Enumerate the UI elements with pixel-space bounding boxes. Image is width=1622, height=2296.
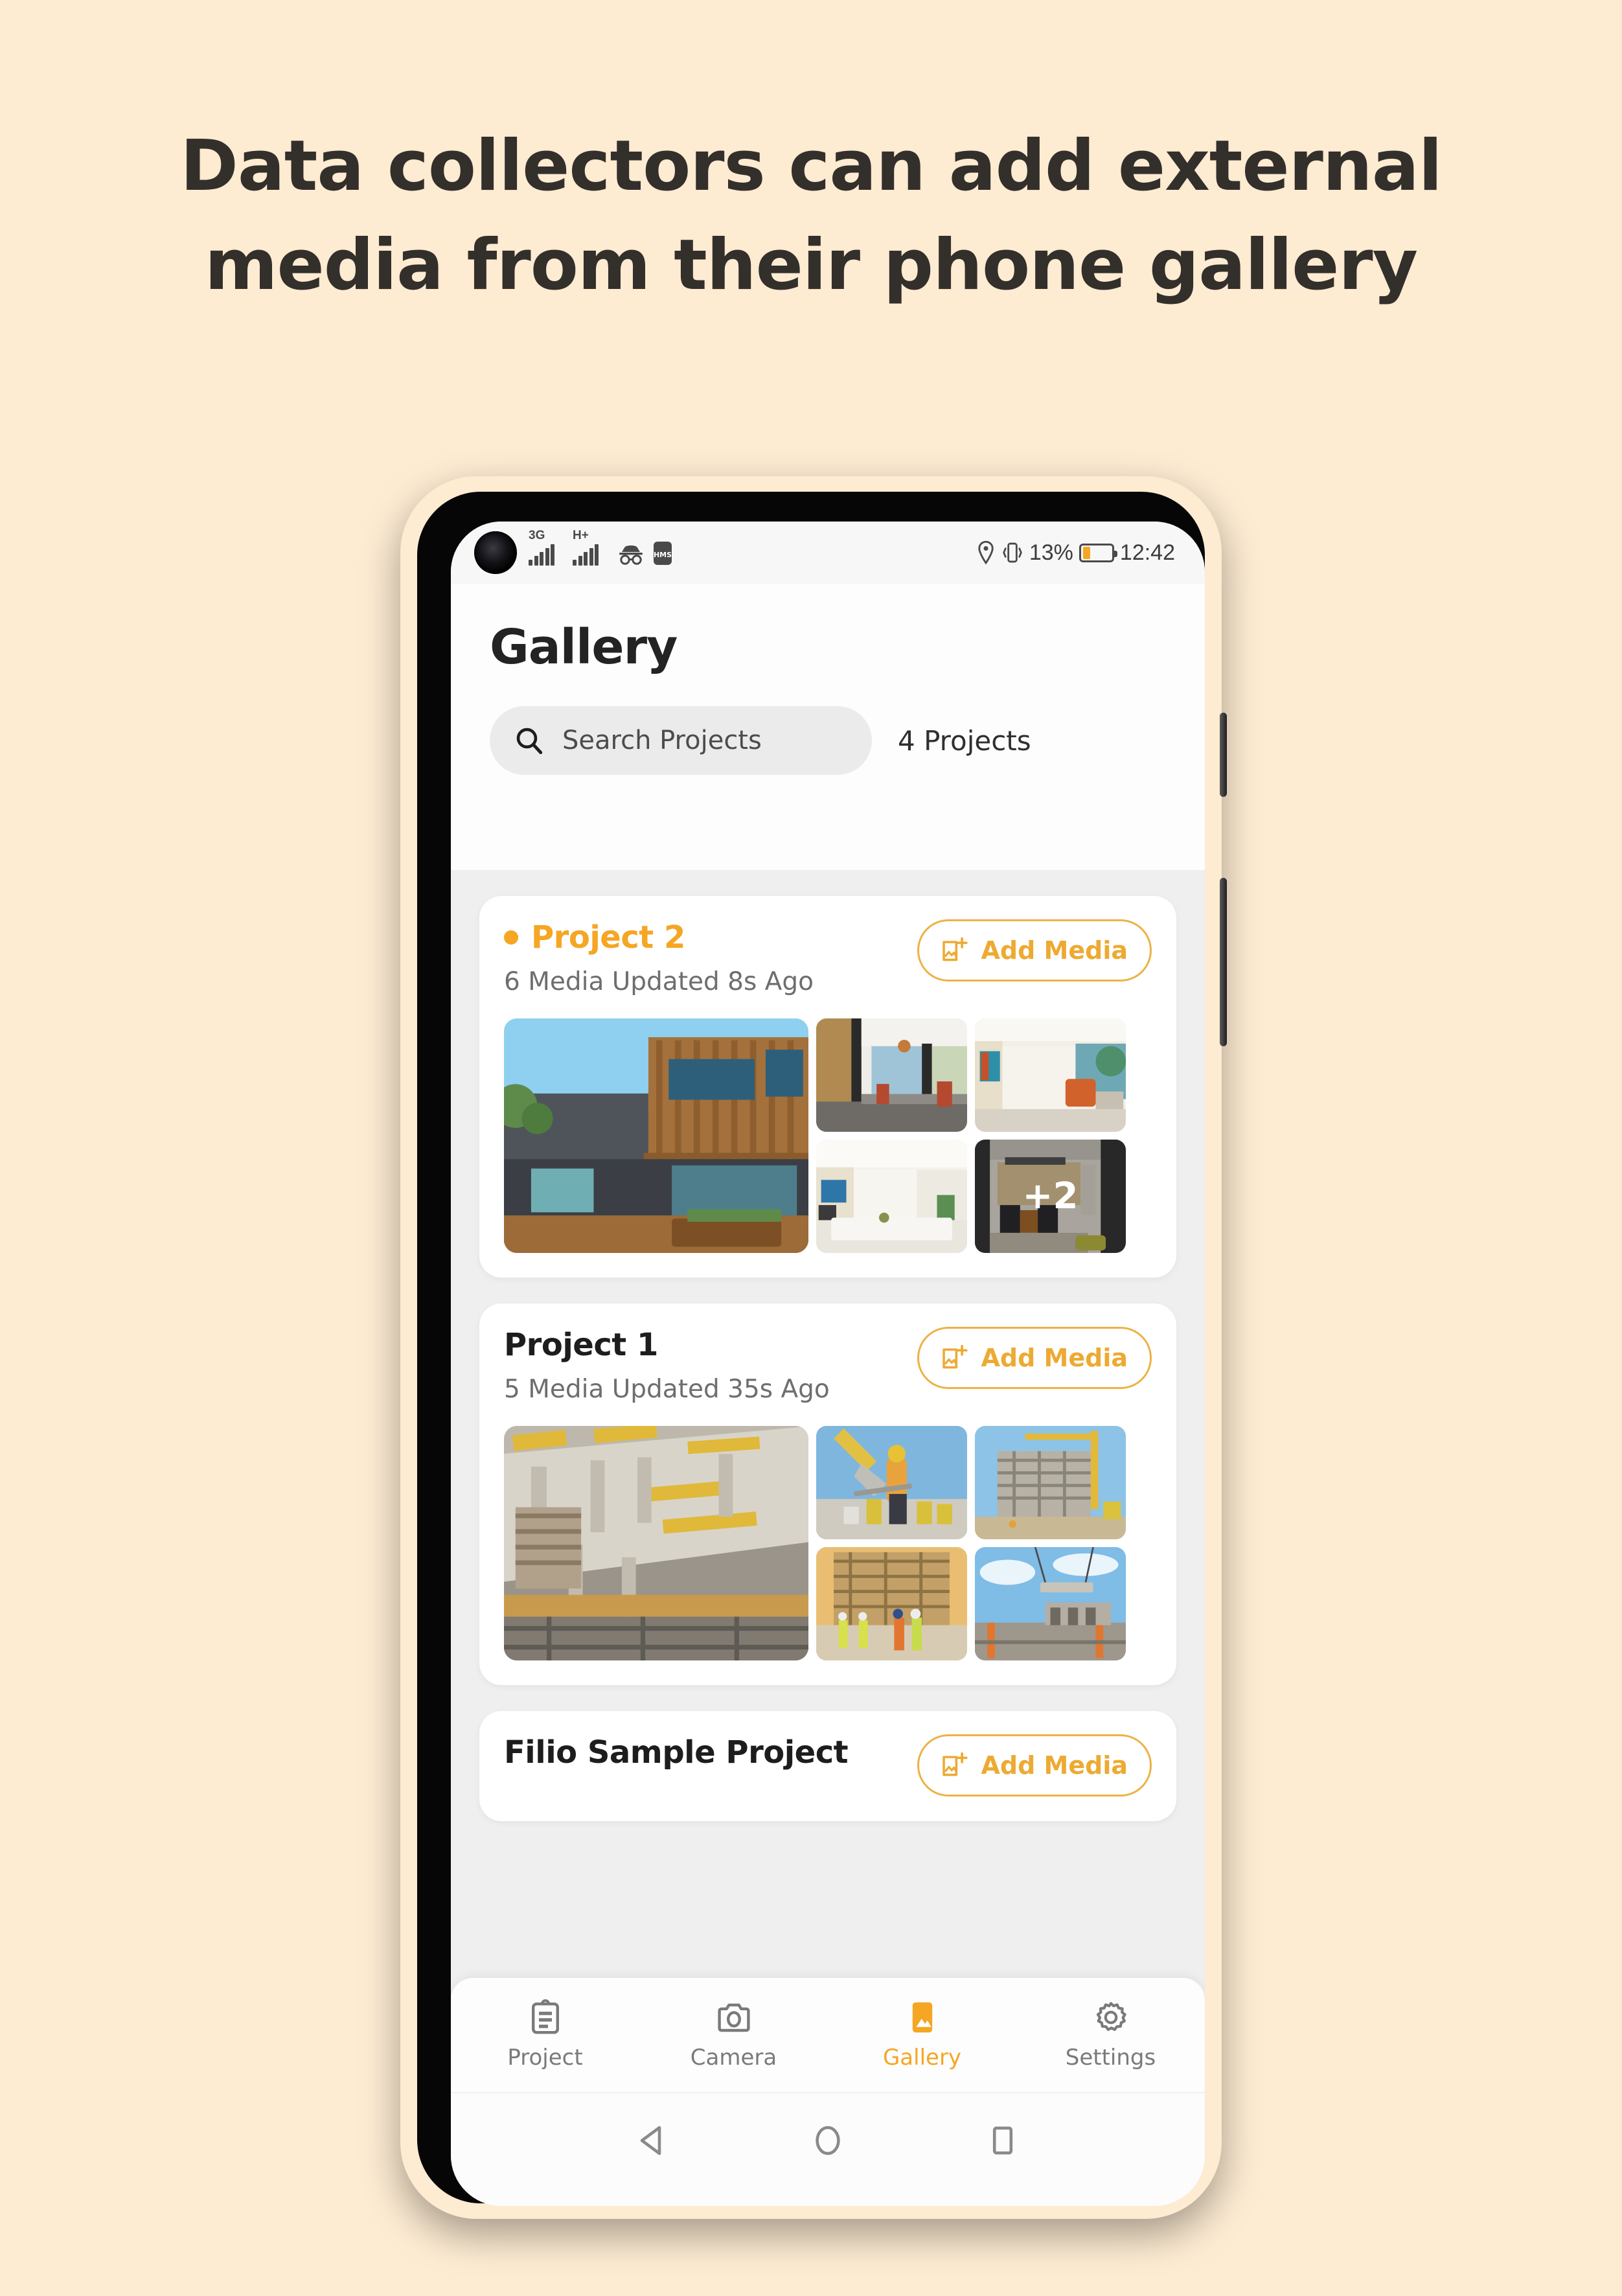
nav-item-project[interactable]: Project — [451, 1999, 639, 2071]
project-count-label: 4 Projects — [898, 724, 1031, 757]
media-thumbnail[interactable] — [975, 1547, 1126, 1660]
nav-label-camera: Camera — [690, 2045, 777, 2071]
search-icon — [516, 728, 543, 755]
add-media-label: Add Media — [981, 1751, 1128, 1780]
image-icon — [912, 2002, 932, 2033]
page-headline: Data collectors can add external media f… — [0, 117, 1622, 316]
project-subtitle: 5 Media Updated 35s Ago — [504, 1375, 830, 1404]
headline-line-2: media from their phone gallery — [204, 225, 1418, 306]
add-image-icon — [942, 1752, 968, 1776]
media-thumbnail[interactable] — [816, 1547, 967, 1660]
media-thumbnail[interactable] — [504, 1018, 808, 1253]
nav-label-project: Project — [507, 2045, 583, 2071]
media-thumbnail[interactable] — [504, 1426, 808, 1660]
project-card[interactable]: Filio Sample Project Add Media — [479, 1711, 1176, 1821]
project-list[interactable]: Project 2 6 Media Updated 8s Ago Add Med… — [451, 870, 1205, 2043]
page-title: Gallery — [490, 619, 678, 675]
clock-label: 12:42 — [1119, 540, 1175, 565]
battery-icon — [1079, 543, 1117, 562]
phone-screen: 3G H+ HMS 13% 12:42 Gallery Search Proje… — [451, 522, 1205, 2206]
headline-line-1: Data collectors can add external — [180, 126, 1442, 207]
add-media-button[interactable]: Add Media — [917, 1734, 1152, 1797]
search-input[interactable]: Search Projects — [490, 706, 872, 775]
vibrate-icon — [1003, 542, 1022, 563]
front-camera-punch-hole — [474, 531, 517, 574]
gear-icon — [1096, 2002, 1126, 2031]
battery-percent-label: 13% — [1029, 540, 1073, 565]
media-thumbnail[interactable] — [975, 1018, 1126, 1132]
incognito-icon — [619, 545, 643, 565]
nav-item-settings[interactable]: Settings — [1016, 1999, 1205, 2071]
phone-bezel: 3G H+ HMS 13% 12:42 Gallery Search Proje… — [417, 492, 1205, 2206]
signal-3g-icon: 3G — [529, 529, 565, 566]
home-circle-icon[interactable] — [810, 2122, 846, 2159]
volume-button[interactable] — [1220, 713, 1227, 797]
camera-icon — [717, 2003, 750, 2032]
add-image-icon — [942, 937, 968, 961]
project-card[interactable]: Project 2 6 Media Updated 8s Ago Add Med… — [479, 896, 1176, 1278]
signal-hplus-icon: H+ — [573, 529, 609, 566]
phone-mockup: 3G H+ HMS 13% 12:42 Gallery Search Proje… — [400, 476, 1227, 2219]
project-title: Project 2 — [531, 919, 685, 956]
add-media-button[interactable]: Add Media — [917, 1327, 1152, 1389]
location-pin-icon — [978, 540, 994, 565]
search-placeholder: Search Projects — [562, 726, 762, 755]
media-thumbnail[interactable] — [975, 1426, 1126, 1539]
status-bar: 3G H+ HMS 13% 12:42 — [451, 522, 1205, 584]
more-media-count: +2 — [975, 1140, 1126, 1253]
project-subtitle: 6 Media Updated 8s Ago — [504, 967, 814, 996]
bottom-navigation-bar: Project Camera Gallery Settings — [451, 1978, 1205, 2092]
nav-label-gallery: Gallery — [882, 2045, 962, 2071]
add-media-label: Add Media — [981, 1344, 1128, 1372]
card-header: Filio Sample Project Add Media — [504, 1734, 1152, 1797]
search-row: Search Projects 4 Projects — [490, 706, 1166, 775]
nav-item-camera[interactable]: Camera — [639, 1999, 828, 2071]
app-header: Gallery Search Projects 4 Projects — [451, 584, 1205, 870]
media-thumbnail[interactable] — [816, 1140, 967, 1253]
status-bar-right-icons: 13% 12:42 — [976, 540, 1175, 566]
power-button[interactable] — [1220, 878, 1227, 1046]
back-triangle-icon[interactable] — [635, 2122, 671, 2159]
media-thumbnail-more[interactable]: +2 — [975, 1140, 1126, 1253]
recents-square-icon[interactable] — [985, 2122, 1021, 2159]
status-bar-left-icons: 3G H+ HMS — [529, 529, 672, 566]
card-header: Project 2 6 Media Updated 8s Ago Add Med… — [504, 919, 1152, 996]
add-media-label: Add Media — [981, 936, 1128, 965]
project-card[interactable]: Project 1 5 Media Updated 35s Ago Add Me… — [479, 1303, 1176, 1685]
media-thumbnail[interactable] — [816, 1426, 967, 1539]
add-media-button[interactable]: Add Media — [917, 919, 1152, 982]
svg-text:HMS: HMS — [654, 551, 672, 559]
clipboard-icon — [531, 1999, 559, 2034]
media-thumbnail[interactable] — [816, 1018, 967, 1132]
android-system-navigation — [451, 2092, 1205, 2206]
nav-item-gallery[interactable]: Gallery — [828, 1999, 1016, 2071]
media-thumbnail-grid: +2 — [504, 1018, 1152, 1253]
card-header: Project 1 5 Media Updated 35s Ago Add Me… — [504, 1327, 1152, 1404]
signal-3g-label: 3G — [529, 529, 545, 542]
media-thumbnail-grid — [504, 1426, 1152, 1660]
hms-icon: HMS — [654, 542, 672, 565]
signal-hplus-label: H+ — [573, 529, 589, 542]
project-title: Project 1 — [504, 1327, 658, 1363]
active-project-dot — [504, 930, 518, 945]
nav-label-settings: Settings — [1065, 2045, 1156, 2071]
add-image-icon — [942, 1344, 968, 1369]
project-title: Filio Sample Project — [504, 1734, 849, 1771]
